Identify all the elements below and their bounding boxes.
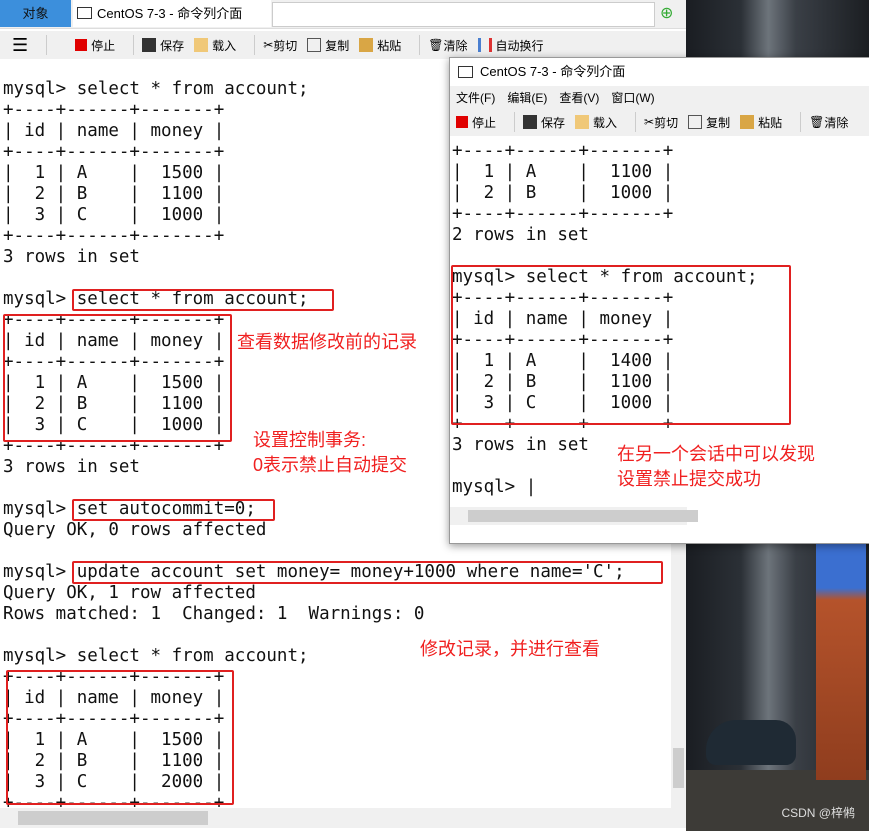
paste-button[interactable]: 粘贴 [740, 114, 782, 131]
copy-label: 复制 [325, 38, 350, 53]
scrollbar-thumb[interactable] [468, 510, 698, 522]
paste-label: 粘贴 [758, 115, 783, 130]
window-title-text: CentOS 7-3 - 命令列介面 [480, 64, 626, 79]
copy-button[interactable]: 复制 [688, 114, 730, 131]
paste-icon [740, 115, 755, 129]
terminal-line: +----+------+-------+ [452, 204, 674, 224]
cut-label: 剪切 [273, 38, 298, 53]
divider [514, 112, 516, 132]
new-tab-icon[interactable]: ⊕ [660, 5, 678, 23]
wrap-button[interactable]: 自动换行 [477, 37, 544, 54]
clear-button[interactable]: 🗑 清除 [809, 114, 848, 131]
tab-bar: 对象 CentOS 7-3 - 命令列介面 ⊕ [0, 0, 686, 29]
clear-label: 清除 [443, 38, 468, 53]
cut-label: 剪切 [654, 115, 679, 130]
address-bar[interactable] [272, 2, 655, 27]
stop-icon [75, 39, 88, 51]
load-button[interactable]: 载入 [194, 37, 236, 54]
paste-icon [359, 38, 374, 52]
highlight-box [72, 499, 275, 521]
highlight-box [72, 289, 334, 311]
stop-button[interactable]: 停止 [75, 37, 115, 54]
scrollbar-thumb[interactable] [673, 748, 684, 788]
horizontal-scrollbar[interactable] [450, 507, 698, 525]
wallpaper-rifle [816, 540, 866, 780]
stop-label: 停止 [472, 115, 497, 130]
copy-icon [688, 115, 703, 129]
divider [635, 112, 637, 132]
stop-icon [456, 116, 468, 128]
window-title: CentOS 7-3 - 命令列介面 [450, 58, 869, 86]
wallpaper-shoe [706, 720, 796, 765]
paste-button[interactable]: 粘贴 [359, 37, 401, 54]
divider [254, 35, 256, 55]
folder-icon [194, 38, 209, 52]
tab-centos[interactable]: CentOS 7-3 - 命令列介面 [73, 0, 271, 27]
load-button[interactable]: 载入 [575, 114, 617, 131]
save-label: 保存 [160, 38, 185, 53]
copy-icon [307, 38, 322, 52]
copy-button[interactable]: 复制 [307, 37, 349, 54]
trash-icon: 🗑 [809, 115, 825, 129]
annotation-before: 查看数据修改前的记录 [237, 332, 417, 352]
terminal-line: Query OK, 1 row affected [3, 583, 256, 603]
annotation-other-session: 在另一个会话中可以发现 设置禁止提交成功 [617, 444, 815, 489]
terminal-line: Rows matched: 1 Changed: 1 Warnings: 0 [3, 604, 425, 624]
watermark: CSDN @梓鸺 [781, 806, 855, 820]
terminal-line: 2 rows in set [452, 225, 589, 245]
menu-window[interactable]: 窗口(W) [611, 89, 654, 106]
main-toolbar: ☰ 停止 保存 载入 ✂ 剪切 复制 粘贴 🗑 清除 自动换行 [0, 31, 686, 59]
load-label: 载入 [593, 115, 618, 130]
save-icon [523, 115, 538, 129]
horizontal-scrollbar[interactable] [0, 808, 686, 828]
terminal-icon [458, 66, 473, 78]
tab-label: CentOS 7-3 - 命令列介面 [97, 6, 243, 21]
copy-label: 复制 [706, 115, 731, 130]
folder-icon [575, 115, 590, 129]
stop-button[interactable]: 停止 [456, 114, 496, 131]
divider [800, 112, 802, 132]
save-button[interactable]: 保存 [523, 114, 565, 131]
paste-label: 粘贴 [377, 38, 402, 53]
terminal-line: +----+------+-------+ [452, 141, 674, 161]
save-button[interactable]: 保存 [142, 37, 184, 54]
window-toolbar: 停止 保存 载入 ✂ 剪切 复制 粘贴 🗑 清除 [450, 108, 869, 136]
scrollbar-thumb[interactable] [18, 811, 208, 825]
tab-object[interactable]: 对象 [0, 0, 71, 27]
menu-button[interactable]: ☰ [12, 35, 28, 56]
terminal-line: | 1 | A | 1100 | [452, 162, 674, 182]
clear-label: 清除 [824, 115, 849, 130]
terminal-line: | 2 | B | 1000 | [452, 183, 674, 203]
clear-button[interactable]: 🗑 清除 [428, 37, 467, 54]
trash-icon: 🗑 [428, 38, 444, 52]
second-session-window: CentOS 7-3 - 命令列介面 文件(F) 编辑(E) 查看(V) 窗口(… [449, 57, 869, 544]
highlight-box [451, 265, 791, 425]
highlight-box [3, 314, 232, 442]
highlight-box [6, 670, 234, 805]
menu-bar: 文件(F) 编辑(E) 查看(V) 窗口(W) [450, 86, 869, 108]
divider [133, 35, 135, 55]
scissors-icon: ✂ [263, 38, 274, 52]
divider [419, 35, 421, 55]
highlight-box [72, 561, 663, 584]
wrap-label: 自动换行 [495, 38, 544, 53]
terminal-icon [77, 7, 92, 19]
save-label: 保存 [541, 115, 566, 130]
wrap-icon [477, 38, 492, 52]
cut-button[interactable]: ✂ 剪切 [263, 37, 297, 54]
annotation-autocommit: 设置控制事务: 0表示禁止自动提交 [253, 430, 408, 475]
stop-label: 停止 [91, 38, 116, 53]
cut-button[interactable]: ✂ 剪切 [644, 114, 678, 131]
scissors-icon: ✂ [644, 115, 655, 129]
save-icon [142, 38, 157, 52]
menu-view[interactable]: 查看(V) [559, 89, 599, 106]
menu-edit[interactable]: 编辑(E) [507, 89, 547, 106]
divider [46, 35, 48, 55]
menu-file[interactable]: 文件(F) [456, 89, 495, 106]
annotation-modify: 修改记录，并进行查看 [420, 639, 600, 659]
load-label: 载入 [212, 38, 237, 53]
